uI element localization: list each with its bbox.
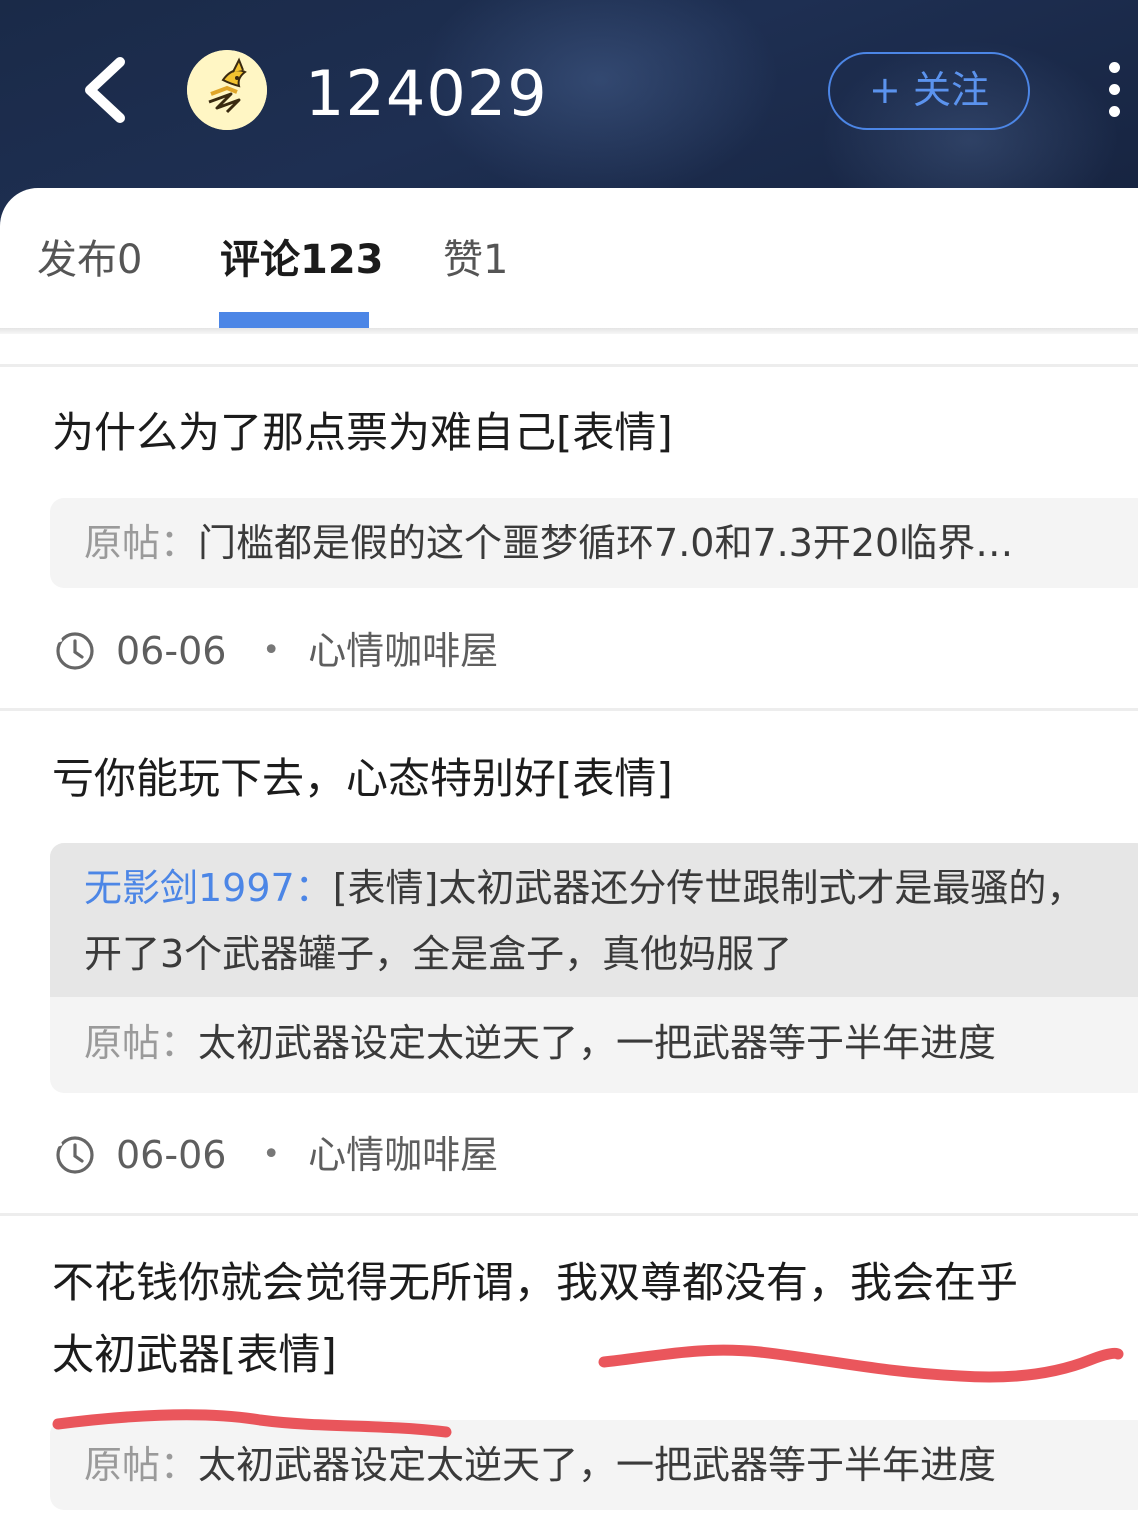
annotation-underline [598,1344,1124,1383]
annotation-underlines [52,1344,1124,1438]
annotation-underline [52,1409,452,1438]
